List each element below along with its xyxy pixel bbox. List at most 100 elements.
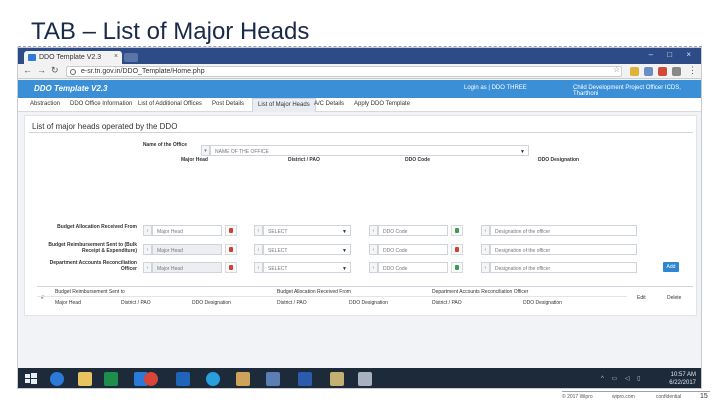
section-divider — [29, 132, 693, 133]
major-head-placeholder: Major Head — [157, 229, 183, 235]
app-icon-3[interactable] — [358, 372, 372, 386]
outlook-icon[interactable] — [176, 372, 190, 386]
row-label-budget-allocation: Budget Allocation Received From — [57, 224, 137, 230]
footer-divider — [562, 391, 710, 392]
ddo-code-prefix: ‹ — [369, 244, 378, 255]
add-button[interactable]: Add — [663, 262, 679, 272]
office-select[interactable]: NAME OF THE OFFICE ▼ — [210, 145, 529, 156]
major-head-prefix: ‹ — [143, 225, 152, 236]
app-logo[interactable]: DDO Template V2.3 — [34, 84, 108, 93]
user-role[interactable]: Child Development Project Officer ICDS, … — [573, 85, 701, 97]
bookmark-star-icon[interactable]: ☆ — [613, 65, 620, 74]
close-tab-icon[interactable]: × — [114, 53, 118, 60]
district-select-value: SELECT — [268, 266, 288, 272]
designation-input[interactable]: Designation of the officer — [490, 262, 637, 273]
tab-list-of-major-heads[interactable]: List of Major Heads — [252, 98, 316, 112]
table-delete-header: Delete — [667, 295, 682, 301]
lookup-icon[interactable] — [451, 225, 463, 236]
windows-start-icon[interactable] — [24, 372, 38, 386]
address-bar: ← → ↻ e-sr.tn.gov.in/DDO_Template/Home.p… — [18, 64, 701, 79]
clear-icon[interactable] — [225, 225, 237, 236]
extension-icon-4[interactable] — [672, 67, 681, 76]
windows-taskbar: ^ ▭ ◁ ▯ 10:57 AM 6/22/2017 — [18, 368, 701, 388]
designation-placeholder: Designation of the officer — [495, 229, 551, 235]
tab-ac-details[interactable]: A/C Details — [314, 101, 344, 107]
district-prefix: ‹ — [254, 262, 263, 273]
ddo-code-prefix: ‹ — [369, 225, 378, 236]
tab-post-details[interactable]: Post Details — [212, 101, 244, 107]
file-explorer-icon[interactable] — [78, 372, 92, 386]
forward-arrow-icon[interactable]: → — [37, 65, 46, 75]
extension-icon-3[interactable] — [658, 67, 667, 76]
window-controls[interactable]: – □ × — [649, 50, 697, 59]
ddo-code-input[interactable]: DDO Code — [378, 244, 448, 255]
table-sub-header: DDO Designation — [349, 300, 388, 306]
skype-icon[interactable] — [206, 372, 220, 386]
ddo-code-placeholder: DDO Code — [383, 229, 408, 235]
system-tray[interactable]: ^ ▭ ◁ ▯ — [601, 375, 643, 382]
chrome-icon[interactable] — [144, 372, 158, 386]
clear-icon[interactable] — [451, 244, 463, 255]
tab-ddo-office-information[interactable]: DDO Office Information — [70, 101, 132, 107]
favicon-icon — [28, 54, 36, 61]
major-head-placeholder: Major Head — [157, 248, 183, 254]
url-input[interactable]: e-sr.tn.gov.in/DDO_Template/Home.php — [66, 66, 622, 77]
major-heads-table: # Budget Reimbursement Sent to Budget Al… — [37, 286, 693, 312]
major-heads-panel: List of major heads operated by the DDO … — [24, 115, 697, 316]
browser-tab[interactable]: DDO Template V2.3 × — [24, 51, 122, 64]
app-icon-2[interactable] — [330, 372, 344, 386]
clear-icon[interactable] — [225, 244, 237, 255]
reload-icon[interactable]: ↻ — [51, 65, 59, 76]
ddo-code-placeholder: DDO Code — [383, 266, 408, 272]
footer-site: wipro.com — [612, 394, 635, 400]
internet-explorer-icon[interactable] — [50, 372, 64, 386]
tab-additional-offices[interactable]: List of Additional Offices — [138, 101, 202, 107]
menu-icon[interactable]: ⋮ — [688, 65, 697, 76]
info-icon — [70, 69, 76, 75]
tab-apply-ddo-template[interactable]: Apply DDO Template — [354, 101, 410, 107]
clear-icon[interactable] — [225, 262, 237, 273]
district-select[interactable]: SELECT ▼ — [263, 225, 351, 236]
district-select-value: SELECT — [268, 248, 288, 254]
ddo-code-placeholder: DDO Code — [383, 248, 408, 254]
major-head-input[interactable]: Major Head — [152, 244, 222, 255]
district-select-value: SELECT — [268, 229, 288, 235]
table-sub-header: Major Head — [55, 300, 81, 306]
extension-icon-2[interactable] — [644, 67, 653, 76]
store-icon[interactable] — [104, 372, 118, 386]
paint-icon[interactable] — [236, 372, 250, 386]
row-label-accounts-reconciliation: Department Accounts Reconciliation Offic… — [49, 260, 137, 272]
district-select[interactable]: SELECT ▼ — [263, 244, 351, 255]
col-ddo-designation: DDO Designation — [538, 157, 580, 163]
login-info[interactable]: Login as | DDO THREE — [464, 85, 527, 91]
ddo-code-prefix: ‹ — [369, 262, 378, 273]
url-text: e-sr.tn.gov.in/DDO_Template/Home.php — [81, 68, 205, 75]
chevron-down-icon: ▼ — [520, 149, 525, 155]
district-select[interactable]: SELECT ▼ — [263, 262, 351, 273]
ddo-code-input[interactable]: DDO Code — [378, 262, 448, 273]
major-head-prefix: ‹ — [143, 244, 152, 255]
major-head-input[interactable]: Major Head — [152, 225, 222, 236]
chevron-down-icon: ▼ — [342, 266, 347, 272]
tab-abstraction[interactable]: Abstraction — [30, 101, 60, 107]
footer-copyright: © 2017 Wipro — [562, 394, 593, 400]
clock-time: 10:57 AM — [670, 372, 696, 378]
ddo-code-input[interactable]: DDO Code — [378, 225, 448, 236]
major-head-input[interactable]: Major Head — [152, 262, 222, 273]
browser-tab-title: DDO Template V2.3 — [39, 54, 102, 61]
extension-icon[interactable] — [630, 67, 639, 76]
taskbar-clock[interactable]: 10:57 AM 6/22/2017 — [652, 371, 696, 387]
chevron-down-icon: ▼ — [342, 229, 347, 235]
new-tab-button[interactable] — [124, 53, 138, 62]
table-group-header: Department Accounts Reconciliation Offic… — [432, 289, 529, 295]
designation-input[interactable]: Designation of the officer — [490, 225, 637, 236]
lookup-icon[interactable] — [451, 262, 463, 273]
back-arrow-icon[interactable]: ← — [23, 65, 32, 75]
photos-icon[interactable] — [266, 372, 280, 386]
designation-prefix: ‹ — [481, 244, 490, 255]
clock-date: 6/22/2017 — [669, 380, 696, 386]
word-icon[interactable] — [298, 372, 312, 386]
district-prefix: ‹ — [254, 244, 263, 255]
designation-input[interactable]: Designation of the officer — [490, 244, 637, 255]
table-edit-header: Edit — [637, 295, 646, 301]
